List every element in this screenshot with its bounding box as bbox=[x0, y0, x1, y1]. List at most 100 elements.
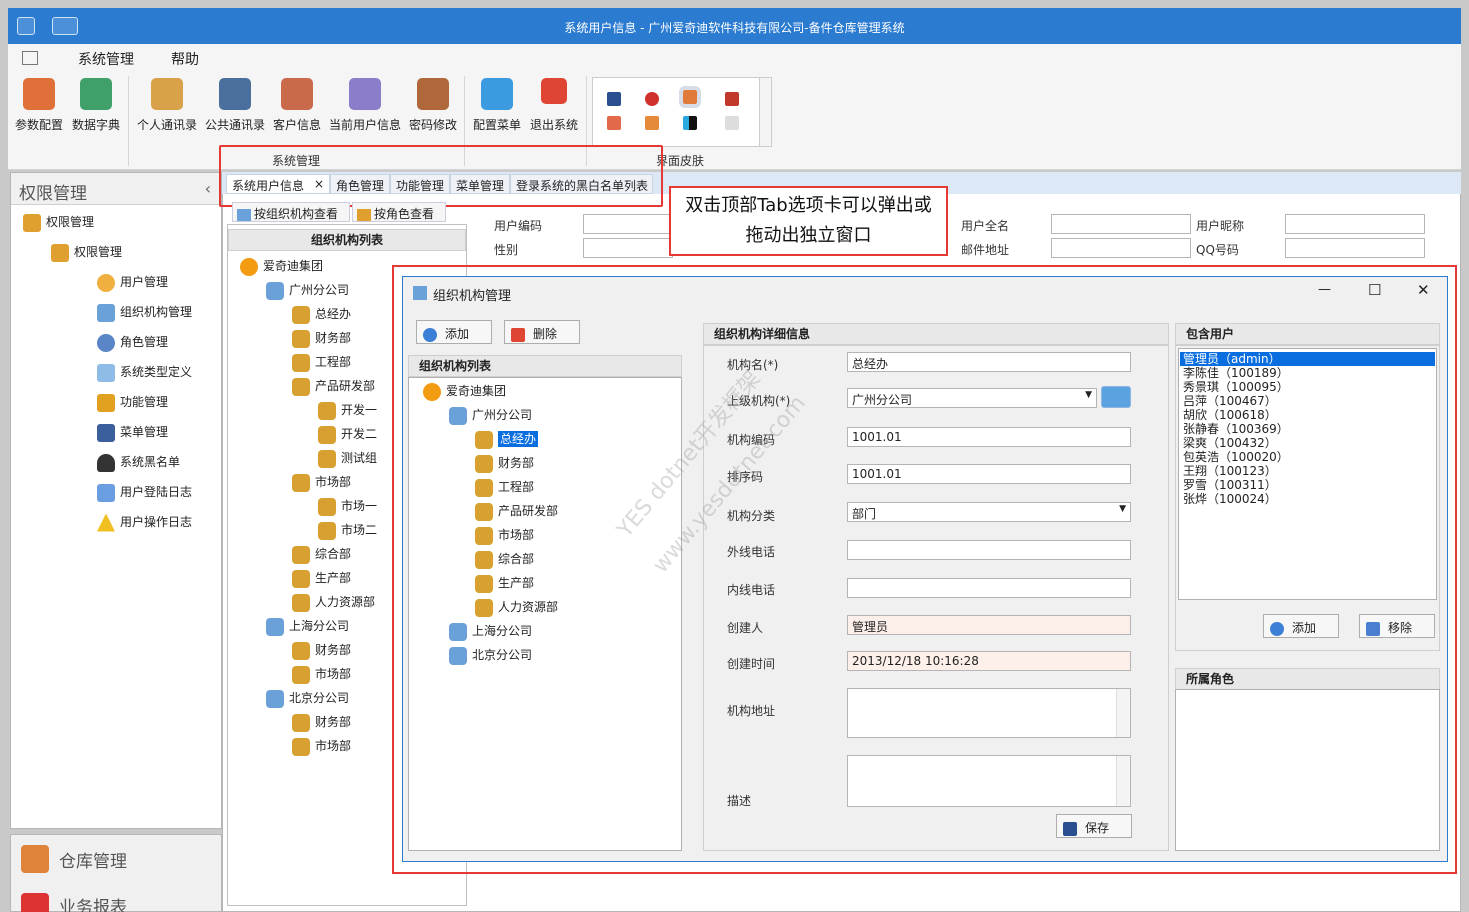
app-menu-icon[interactable] bbox=[22, 51, 38, 65]
dialog-tree-node[interactable]: 生产部 bbox=[475, 574, 534, 593]
tree-node-user-manage[interactable]: 用户管理 bbox=[97, 273, 168, 292]
param-config-button[interactable]: 参数配置 bbox=[8, 78, 70, 133]
tree-node-operation-log[interactable]: 用户操作日志 bbox=[97, 513, 192, 532]
dialog-tree-node[interactable]: 工程部 bbox=[475, 478, 534, 497]
data-dictionary-button[interactable]: 数据字典 bbox=[65, 78, 127, 133]
scrollbar[interactable] bbox=[1116, 756, 1130, 806]
refresh-icon[interactable] bbox=[1101, 386, 1131, 408]
user-list-item[interactable]: 张烨（100024） bbox=[1180, 492, 1435, 506]
bg-tree-node[interactable]: 市场二 bbox=[318, 521, 377, 540]
user-list-item[interactable]: 李陈佳（100189） bbox=[1180, 366, 1435, 380]
skin-option-icon[interactable] bbox=[645, 92, 659, 106]
delete-org-button[interactable]: 删除 bbox=[504, 320, 580, 344]
dialog-tree-node[interactable]: 综合部 bbox=[475, 550, 534, 569]
scrollbar[interactable] bbox=[1116, 689, 1130, 737]
exit-system-button[interactable]: 退出系统 bbox=[523, 78, 585, 133]
customer-info-button[interactable]: 客户信息 bbox=[266, 78, 328, 133]
dialog-tree-node[interactable]: 市场部 bbox=[475, 526, 534, 545]
bg-tree-node[interactable]: 综合部 bbox=[292, 545, 351, 564]
bg-tree-node[interactable]: 总经办 bbox=[292, 305, 351, 324]
add-org-button[interactable]: 添加 bbox=[416, 320, 492, 344]
category-select[interactable]: 部门 ▼ bbox=[847, 502, 1131, 522]
collapse-panel-icon[interactable]: ‹ bbox=[205, 179, 211, 198]
skin-option-icon[interactable] bbox=[725, 116, 739, 130]
inner-phone-input[interactable] bbox=[847, 578, 1131, 598]
add-user-button[interactable]: 添加 bbox=[1263, 614, 1339, 638]
password-change-button[interactable]: 密码修改 bbox=[402, 78, 464, 133]
maximize-icon[interactable]: ☐ bbox=[1368, 281, 1381, 299]
current-user-button[interactable]: 当前用户信息 bbox=[326, 78, 404, 133]
bg-tree-node[interactable]: 广州分公司 bbox=[266, 281, 349, 300]
bg-tree-node[interactable]: 开发二 bbox=[318, 425, 377, 444]
email-input[interactable] bbox=[1051, 238, 1191, 258]
skin-option-icon[interactable] bbox=[679, 86, 701, 108]
subtab-by-role[interactable]: 按角色查看 bbox=[352, 202, 446, 222]
menu-help[interactable]: 帮助 bbox=[171, 49, 199, 69]
bg-tree-node[interactable]: 开发一 bbox=[318, 401, 377, 420]
skin-option-icon[interactable] bbox=[683, 116, 697, 130]
bg-tree-node[interactable]: 工程部 bbox=[292, 353, 351, 372]
bg-tree-node[interactable]: 生产部 bbox=[292, 569, 351, 588]
bg-tree-node[interactable]: 市场部 bbox=[292, 737, 351, 756]
tree-node-menu-manage[interactable]: 菜单管理 bbox=[97, 423, 168, 442]
tree-node-permission[interactable]: 权限管理 bbox=[51, 243, 122, 262]
users-list[interactable]: 管理员（admin） 李陈佳（100189） 秀景琪（100095） 吕萍（10046… bbox=[1178, 348, 1437, 600]
address-textarea[interactable] bbox=[847, 688, 1131, 738]
org-name-input[interactable]: 总经办 bbox=[847, 352, 1131, 372]
user-list-item[interactable]: 张静春（100369） bbox=[1180, 422, 1435, 436]
skin-option-icon[interactable] bbox=[607, 116, 621, 130]
bg-tree-node[interactable]: 财务部 bbox=[292, 713, 351, 732]
tree-node-role-manage[interactable]: 角色管理 bbox=[97, 333, 168, 352]
user-list-item[interactable]: 王翔（100123） bbox=[1180, 464, 1435, 478]
bg-tree-node[interactable]: 测试组 bbox=[318, 449, 377, 468]
parent-org-select[interactable]: 广州分公司 ▼ bbox=[847, 388, 1097, 408]
skin-option-icon[interactable] bbox=[607, 92, 621, 106]
public-contacts-button[interactable]: 公共通讯录 bbox=[202, 78, 268, 133]
remove-user-button[interactable]: 移除 bbox=[1359, 614, 1435, 638]
dialog-tree-node[interactable]: 北京分公司 bbox=[449, 646, 532, 665]
user-list-item[interactable]: 梁爽（100432） bbox=[1180, 436, 1435, 450]
bg-tree-node[interactable]: 市场部 bbox=[292, 473, 351, 492]
dialog-tree-node[interactable]: 人力资源部 bbox=[475, 598, 558, 617]
user-list-item[interactable]: 胡欣（100618） bbox=[1180, 408, 1435, 422]
org-code-input[interactable]: 1001.01 bbox=[847, 427, 1131, 447]
user-list-item[interactable]: 包英浩（100020） bbox=[1180, 450, 1435, 464]
dialog-tree-node[interactable]: 爱奇迪集团 bbox=[423, 382, 506, 401]
minimize-icon[interactable]: — bbox=[1318, 282, 1331, 297]
save-button[interactable]: 保存 bbox=[1056, 814, 1132, 838]
skin-gallery-scroll[interactable] bbox=[759, 78, 771, 146]
outer-phone-input[interactable] bbox=[847, 540, 1131, 560]
skin-option-icon[interactable] bbox=[645, 116, 659, 130]
tree-node-permission-root[interactable]: 权限管理 bbox=[23, 213, 94, 232]
dialog-tree-node[interactable]: 财务部 bbox=[475, 454, 534, 473]
tree-node-function-manage[interactable]: 功能管理 bbox=[97, 393, 168, 412]
tree-node-org-manage[interactable]: 组织机构管理 bbox=[97, 303, 192, 322]
full-name-input[interactable] bbox=[1051, 214, 1191, 234]
description-textarea[interactable] bbox=[847, 755, 1131, 807]
personal-contacts-button[interactable]: 个人通讯录 bbox=[134, 78, 200, 133]
bg-tree-node[interactable]: 财务部 bbox=[292, 641, 351, 660]
close-icon[interactable]: ✕ bbox=[1417, 281, 1430, 299]
qq-input[interactable] bbox=[1285, 238, 1425, 258]
user-code-input[interactable] bbox=[583, 214, 673, 234]
user-list-item[interactable]: 吕萍（100467） bbox=[1180, 394, 1435, 408]
menu-system[interactable]: 系统管理 bbox=[78, 49, 134, 72]
subtab-by-org[interactable]: 按组织机构查看 bbox=[232, 202, 350, 222]
user-list-item[interactable]: 管理员（admin） bbox=[1180, 352, 1435, 366]
bg-tree-node[interactable]: 产品研发部 bbox=[292, 377, 375, 396]
tree-node-type-define[interactable]: 系统类型定义 bbox=[97, 363, 192, 382]
bg-tree-node[interactable]: 上海分公司 bbox=[266, 617, 349, 636]
gender-select[interactable] bbox=[583, 238, 673, 258]
nickname-input[interactable] bbox=[1285, 214, 1425, 234]
accordion-warehouse[interactable]: 仓库管理 bbox=[59, 847, 127, 872]
bg-tree-node[interactable]: 爱奇迪集团 bbox=[240, 257, 323, 276]
dialog-tree-node[interactable]: 产品研发部 bbox=[475, 502, 558, 521]
roles-list[interactable] bbox=[1175, 689, 1440, 851]
accordion-reports[interactable]: 业务报表 bbox=[59, 893, 127, 912]
bg-tree-node[interactable]: 市场部 bbox=[292, 665, 351, 684]
menu-config-button[interactable]: 配置菜单 bbox=[466, 78, 528, 133]
dialog-tree-node[interactable]: 广州分公司 bbox=[449, 406, 532, 425]
bg-tree-node[interactable]: 财务部 bbox=[292, 329, 351, 348]
sort-code-input[interactable]: 1001.01 bbox=[847, 464, 1131, 484]
bg-tree-node[interactable]: 人力资源部 bbox=[292, 593, 375, 612]
